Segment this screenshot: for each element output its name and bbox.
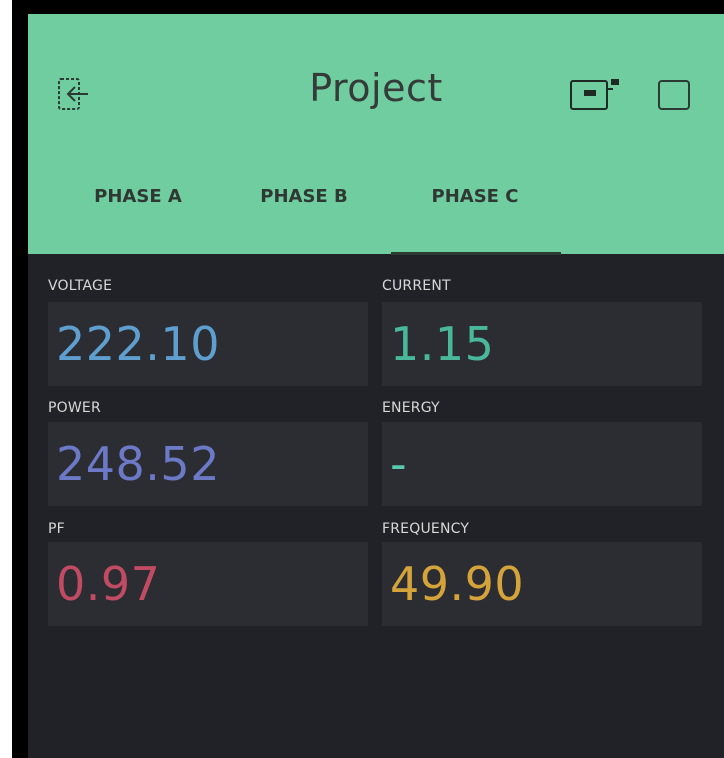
- frequency-display[interactable]: 49.90: [382, 542, 702, 626]
- current-value: 1.15: [390, 317, 495, 371]
- phase-tabs: PHASE A PHASE B PHASE C: [28, 182, 724, 255]
- current-display[interactable]: 1.15: [382, 302, 702, 386]
- tab-label: PHASE C: [431, 186, 519, 207]
- app-header: Project PHASE A PHASE B PHASE C: [28, 14, 724, 255]
- exit-icon[interactable]: [52, 74, 96, 114]
- page-title: Project: [309, 66, 443, 110]
- power-value: 248.52: [56, 437, 220, 491]
- voltage-value: 222.10: [56, 317, 220, 371]
- pf-label: PF: [48, 521, 65, 537]
- frequency-label: FREQUENCY: [382, 521, 470, 537]
- voltage-label: VOLTAGE: [48, 278, 113, 294]
- active-tab-indicator: [391, 252, 561, 255]
- tab-phase-c[interactable]: PHASE C: [395, 182, 555, 254]
- current-label: CURRENT: [382, 278, 451, 294]
- tab-phase-b[interactable]: PHASE B: [224, 182, 384, 254]
- app-screen: Project PHASE A PHASE B PHASE C VOLTAGE …: [28, 14, 724, 758]
- energy-display[interactable]: -: [382, 422, 702, 506]
- pf-display[interactable]: 0.97: [48, 542, 368, 626]
- tab-phase-a[interactable]: PHASE A: [58, 182, 218, 254]
- energy-value: -: [390, 437, 408, 491]
- frequency-value: 49.90: [390, 557, 525, 611]
- power-display[interactable]: 248.52: [48, 422, 368, 506]
- tab-label: PHASE B: [260, 186, 348, 207]
- square-icon[interactable]: [654, 76, 694, 114]
- voltage-display[interactable]: 222.10: [48, 302, 368, 386]
- energy-label: ENERGY: [382, 400, 440, 416]
- device-icon[interactable]: [566, 74, 626, 114]
- power-label: POWER: [48, 400, 101, 416]
- tab-label: PHASE A: [94, 186, 182, 207]
- pf-value: 0.97: [56, 557, 161, 611]
